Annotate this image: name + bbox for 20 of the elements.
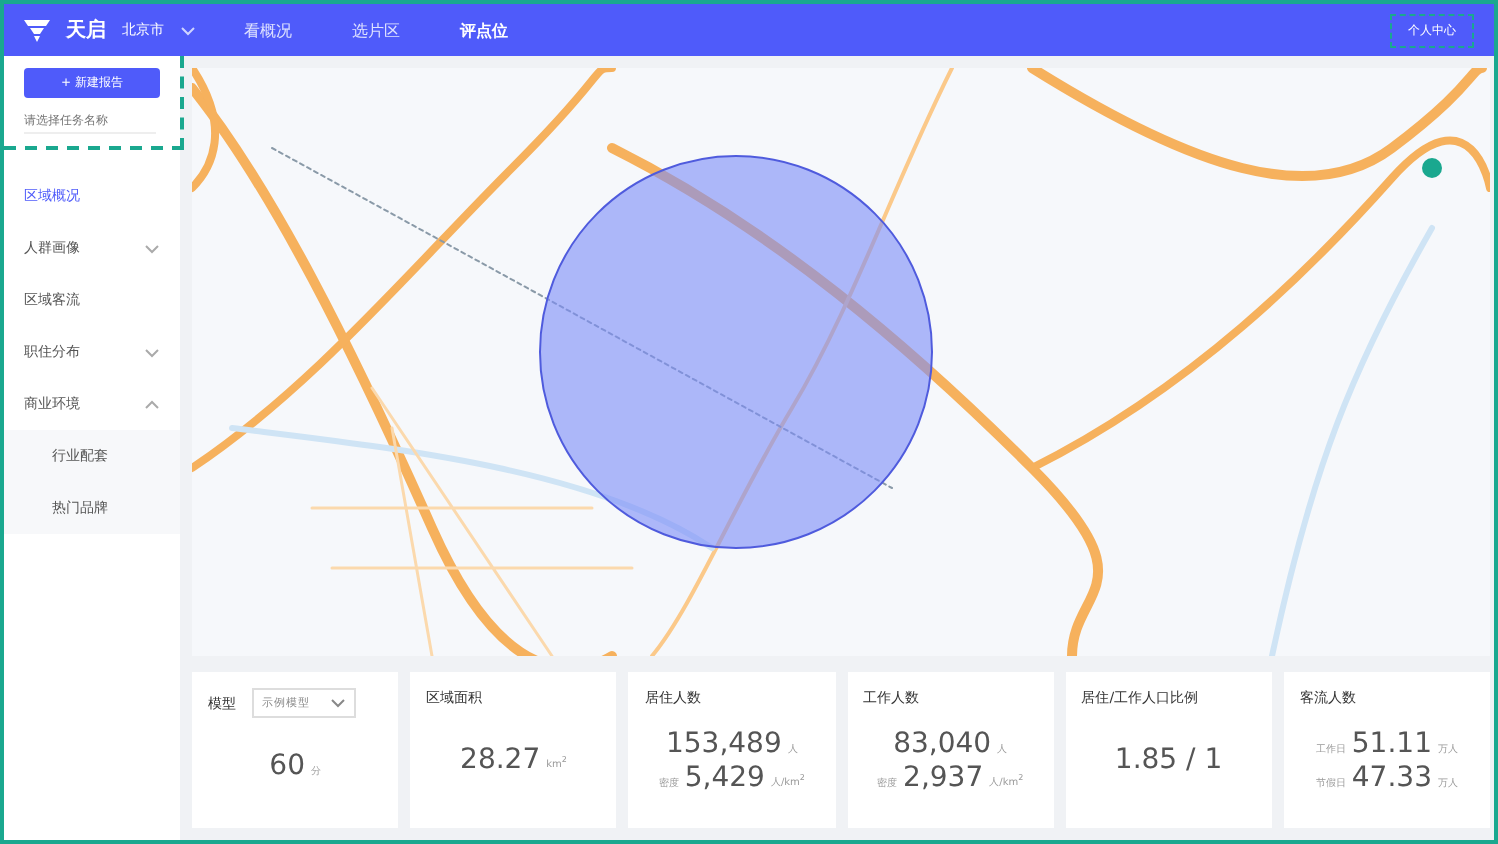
stat-value: 1.85 / 1 — [1114, 744, 1223, 776]
logo-icon — [24, 19, 50, 41]
app-logo-text: 天启 — [66, 16, 106, 44]
map-drawing[interactable] — [192, 68, 1490, 656]
nav-tab[interactable]: 看概况 — [244, 19, 292, 41]
chevron-icon — [330, 698, 346, 708]
chevron-icon — [144, 243, 160, 253]
stat-value: 47.33 — [1351, 761, 1432, 793]
stat-value: 60 — [269, 749, 305, 781]
stat-value: 5,429 — [684, 761, 765, 793]
stat-value: 153,489 — [665, 727, 782, 759]
stat-value: 2,937 — [903, 761, 984, 793]
chevron-icon — [144, 399, 160, 409]
nav-tab[interactable]: 选片区 — [352, 19, 400, 41]
chevron-icon — [144, 347, 160, 357]
chevron-icon — [180, 25, 196, 35]
stat-value: 83,040 — [893, 727, 992, 759]
stat-value: 28.27 — [460, 744, 541, 776]
nav-tab[interactable]: 评点位 — [460, 19, 508, 41]
stat-value: 51.11 — [1351, 727, 1432, 759]
